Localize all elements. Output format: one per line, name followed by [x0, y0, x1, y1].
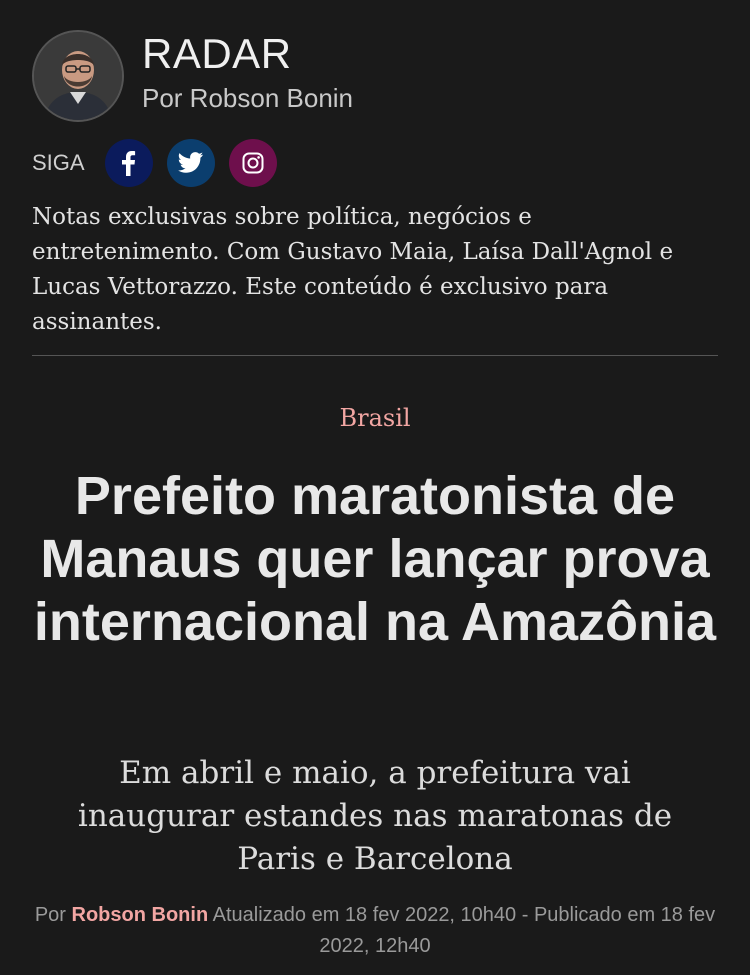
article-meta: Por Robson Bonin Atualizado em 18 fev 20…: [30, 900, 720, 962]
follow-bar: SIGA: [32, 138, 291, 188]
article-subtitle: Em abril e maio, a prefeitura vai inaugu…: [77, 755, 673, 877]
author-link[interactable]: Robson Bonin: [72, 904, 209, 926]
twitter-icon: [177, 152, 203, 173]
section-divider: [32, 355, 718, 356]
author-avatar[interactable]: [32, 30, 124, 122]
facebook-button[interactable]: [104, 139, 153, 187]
column-byline: Por Robson Bonin: [142, 83, 354, 113]
instagram-button[interactable]: [228, 139, 277, 187]
column-title[interactable]: RADAR: [142, 30, 292, 78]
follow-label: SIGA: [32, 150, 85, 175]
author-portrait-image: [34, 32, 122, 120]
twitter-button[interactable]: [166, 139, 215, 187]
column-header: RADAR Por Robson Bonin: [32, 30, 722, 130]
facebook-icon: [121, 151, 135, 176]
instagram-icon: [242, 152, 264, 174]
byline-prefix: Por: [34, 904, 66, 926]
publication-dates: Atualizado em 18 fev 2022, 10h40 - Publi…: [212, 904, 716, 957]
column-description: Notas exclusivas sobre política, negócio…: [32, 204, 674, 335]
article-headline: Prefeito maratonista de Manaus quer lanç…: [33, 466, 717, 652]
article-category[interactable]: Brasil: [0, 404, 750, 432]
